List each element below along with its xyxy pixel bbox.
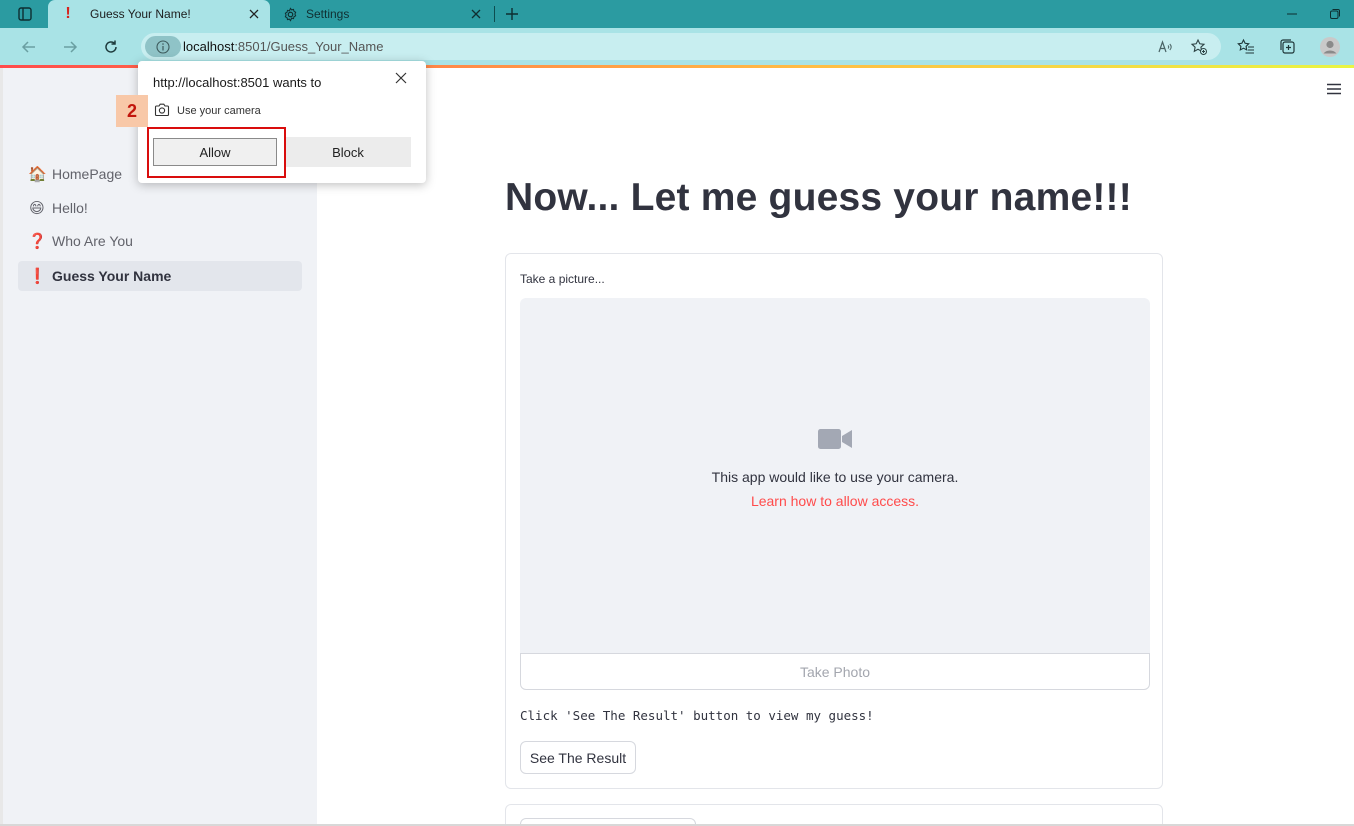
sidebar-item-label: HomePage bbox=[52, 166, 123, 182]
tab-settings[interactable]: Settings bbox=[274, 0, 492, 28]
smile-icon: 😄 bbox=[29, 200, 45, 217]
new-tab-icon[interactable] bbox=[502, 4, 522, 24]
close-icon[interactable] bbox=[392, 69, 410, 87]
collections-icon[interactable] bbox=[1277, 36, 1299, 58]
take-photo-button[interactable]: Take Photo bbox=[520, 653, 1150, 690]
minimize-icon[interactable] bbox=[1282, 4, 1302, 24]
camera-icon bbox=[154, 103, 170, 122]
sidebar-item-label: Hello! bbox=[52, 200, 88, 216]
add-favorite-icon[interactable] bbox=[1189, 37, 1209, 57]
page-title: Now... Let me guess your name!!! bbox=[505, 176, 1132, 219]
sidebar-item-who-are-you[interactable]: ❓ Who Are You bbox=[18, 226, 302, 256]
url-path: :8501/Guess_Your_Name bbox=[234, 39, 384, 54]
close-tab-icon[interactable] bbox=[246, 6, 262, 22]
tab-guess-your-name[interactable]: ! Guess Your Name! bbox=[48, 0, 270, 28]
back-icon[interactable] bbox=[18, 36, 40, 58]
instruction-text: Click 'See The Result' button to view my… bbox=[520, 708, 874, 723]
read-aloud-icon[interactable] bbox=[1155, 37, 1175, 57]
browser-window: ! Guess Your Name! Settings localhost:85… bbox=[0, 0, 1354, 826]
permission-request-text: Use your camera bbox=[177, 105, 261, 117]
exclamation-icon: ! bbox=[65, 5, 71, 22]
video-camera-icon bbox=[817, 427, 853, 456]
camera-permission-message: This app would like to use your camera. bbox=[711, 469, 959, 485]
tab-separator bbox=[494, 6, 495, 22]
menu-icon[interactable] bbox=[1326, 82, 1342, 96]
camera-input-label: Take a picture... bbox=[520, 272, 605, 286]
see-result-button[interactable]: See The Result bbox=[520, 741, 636, 774]
browser-toolbar: localhost:8501/Guess_Your_Name bbox=[0, 28, 1354, 65]
forward-icon[interactable] bbox=[59, 36, 81, 58]
close-tab-icon[interactable] bbox=[468, 6, 484, 22]
tab-strip: ! Guess Your Name! Settings bbox=[0, 0, 1354, 28]
sidebar-item-label: Guess Your Name bbox=[52, 268, 172, 284]
address-bar[interactable]: localhost:8501/Guess_Your_Name bbox=[141, 33, 1221, 60]
refresh-icon[interactable] bbox=[100, 36, 122, 58]
exclamation-icon: ❗ bbox=[28, 268, 47, 285]
gear-icon bbox=[282, 6, 298, 22]
block-button[interactable]: Block bbox=[285, 137, 411, 167]
sidebar-item-guess-your-name[interactable]: ❗ Guess Your Name bbox=[18, 261, 302, 291]
favorites-icon[interactable] bbox=[1235, 36, 1257, 58]
url-text[interactable]: localhost:8501/Guess_Your_Name bbox=[183, 39, 383, 54]
allow-access-link[interactable]: Learn how to allow access. bbox=[520, 493, 1150, 509]
sidebar-item-label: Who Are You bbox=[52, 233, 133, 249]
site-info-icon[interactable] bbox=[145, 36, 181, 57]
url-host: localhost bbox=[183, 39, 235, 54]
tab-title: Settings bbox=[306, 7, 350, 21]
popup-title: http://localhost:8501 wants to bbox=[153, 75, 322, 90]
tab-actions-icon[interactable] bbox=[8, 4, 42, 24]
house-icon: 🏠 bbox=[28, 166, 47, 183]
sidebar-item-hello[interactable]: 😄 Hello! bbox=[18, 193, 302, 223]
step-number-badge: 2 bbox=[116, 95, 148, 127]
profile-avatar-icon[interactable] bbox=[1319, 36, 1341, 58]
question-mark-icon: ❓ bbox=[28, 233, 47, 250]
restore-icon[interactable] bbox=[1325, 4, 1345, 24]
tab-title: Guess Your Name! bbox=[90, 7, 191, 21]
allow-highlight-box bbox=[147, 127, 286, 178]
